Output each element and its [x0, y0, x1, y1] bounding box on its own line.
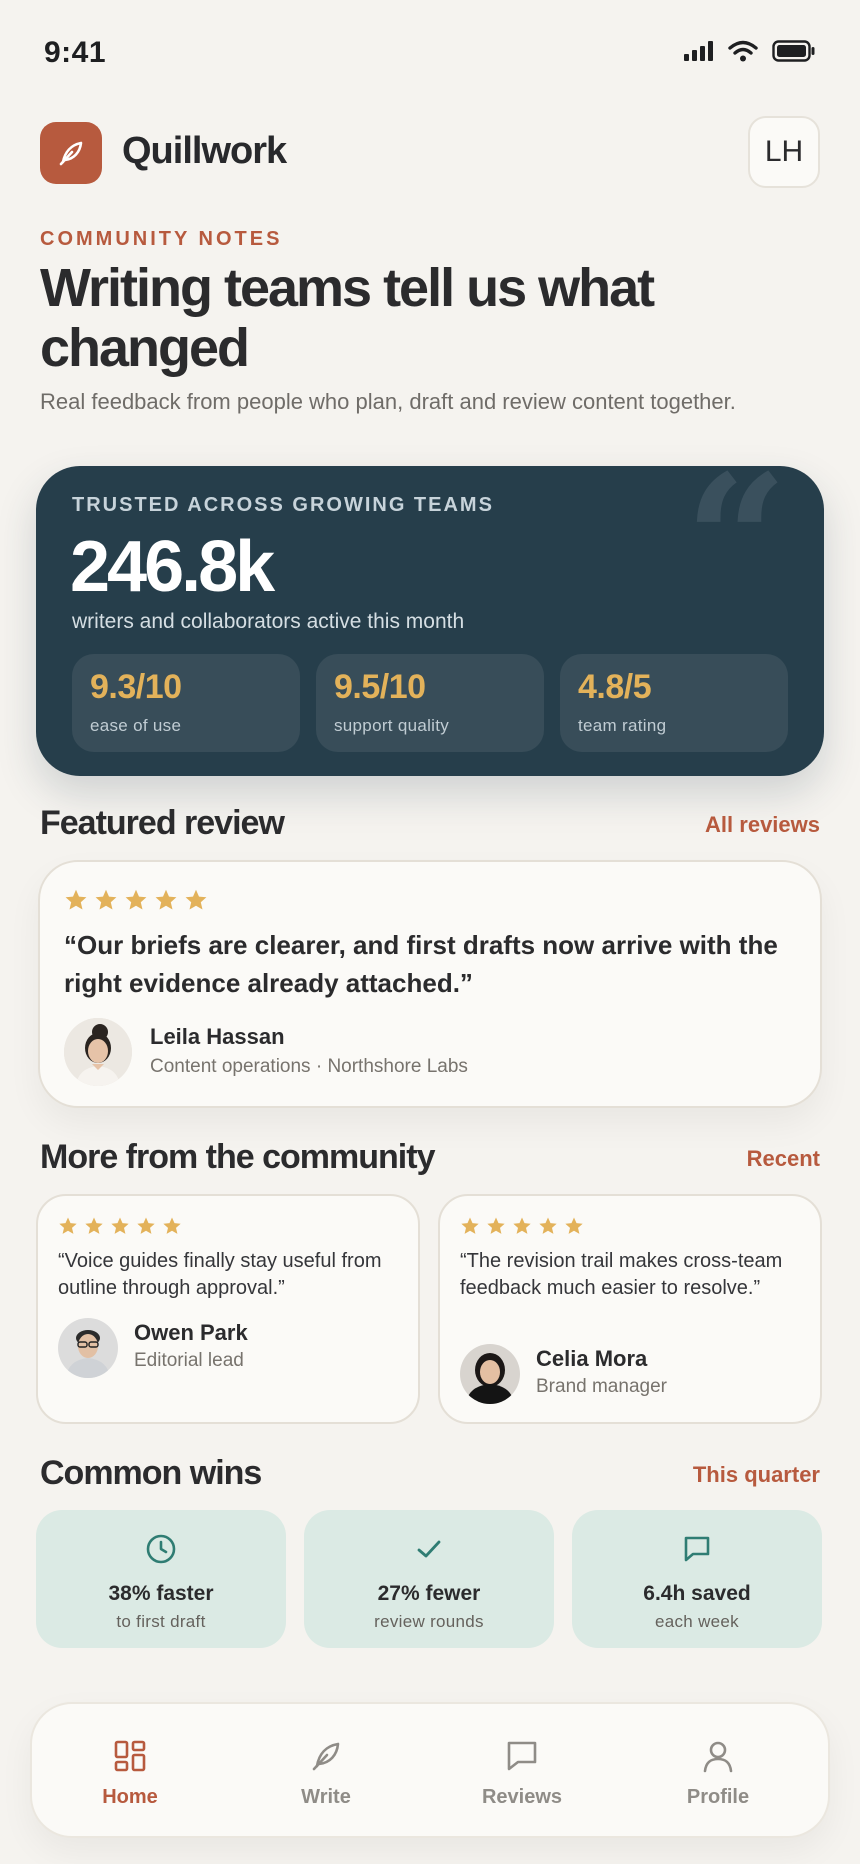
metric-ease-of-use: 9.3/10 ease of use	[72, 654, 300, 752]
win-value: 6.4h saved	[643, 1582, 751, 1605]
status-bar: 9:41	[0, 0, 860, 100]
reviewer-avatar	[64, 1018, 132, 1086]
metric-value: 9.5/10	[334, 668, 426, 706]
stats-caption: writers and collaborators active this mo…	[72, 610, 465, 633]
star-rating	[58, 1216, 182, 1236]
app-logo	[40, 122, 102, 184]
this-quarter-link[interactable]: This quarter	[693, 1462, 820, 1488]
section-title: Featured review	[40, 804, 285, 842]
star-rating	[64, 888, 208, 912]
star-icon	[137, 1217, 155, 1234]
win-card: 6.4h saved each week	[572, 1510, 822, 1648]
metric-label: ease of use	[90, 716, 182, 735]
person-icon	[703, 1741, 733, 1773]
review-quote: “Voice guides finally stay useful from o…	[58, 1250, 382, 1299]
quote-mark-icon: “	[684, 466, 788, 647]
community-header: More from the community Recent	[40, 1138, 820, 1182]
chat-bubble-icon	[684, 1536, 710, 1562]
section-title: More from the community	[40, 1138, 435, 1176]
dashboard-icon	[114, 1740, 146, 1772]
community-review-card[interactable]: “Voice guides finally stay useful from o…	[36, 1194, 420, 1424]
status-time: 9:41	[44, 36, 107, 69]
star-icon	[461, 1217, 479, 1234]
win-card: 38% faster to first draft	[36, 1510, 286, 1648]
battery-icon	[772, 40, 815, 62]
status-icons	[684, 40, 816, 62]
tab-label: Profile	[686, 1786, 750, 1808]
reviewer-role: Content operations · Northshore Labs	[150, 1056, 468, 1077]
metric-value: 9.3/10	[90, 668, 182, 706]
common-wins-header: Common wins This quarter	[40, 1454, 820, 1498]
star-icon	[185, 889, 207, 910]
tab-home[interactable]: Home	[32, 1704, 228, 1836]
section-title: Common wins	[40, 1454, 262, 1492]
star-icon	[125, 889, 147, 910]
tab-profile[interactable]: Profile	[620, 1704, 816, 1836]
profile-avatar-button[interactable]: LH	[748, 116, 820, 188]
star-icon	[155, 889, 177, 910]
tab-label: Reviews	[481, 1786, 563, 1808]
reviewer-name: Celia Mora	[536, 1346, 648, 1371]
cellular-signal-icon	[684, 41, 713, 61]
feather-icon	[312, 1742, 340, 1771]
stats-card: “ TRUSTED ACROSS GROWING TEAMS 246.8k wr…	[36, 466, 824, 776]
tab-write[interactable]: Write	[228, 1704, 424, 1836]
star-icon	[163, 1217, 181, 1234]
win-card: 27% fewer review rounds	[304, 1510, 554, 1648]
stats-eyebrow: TRUSTED ACROSS GROWING TEAMS	[72, 494, 494, 516]
check-icon	[417, 1540, 441, 1558]
star-icon	[85, 1217, 103, 1234]
brand-name: Quillwork	[122, 130, 287, 172]
metric-value: 4.8/5	[578, 668, 652, 706]
win-label: review rounds	[374, 1612, 484, 1631]
star-icon	[513, 1217, 531, 1234]
review-quote: “The revision trail makes cross-team fee…	[460, 1250, 783, 1299]
reviewer-avatar	[58, 1318, 118, 1378]
feather-icon	[59, 141, 83, 166]
reviewer-role: Editorial lead	[134, 1350, 244, 1371]
stats-big-number: 246.8k	[70, 527, 275, 607]
metric-support-quality: 9.5/10 support quality	[316, 654, 544, 752]
all-reviews-link[interactable]: All reviews	[705, 812, 820, 838]
review-quote: “Our briefs are clearer, and first draft…	[64, 930, 778, 998]
wifi-icon	[728, 40, 758, 62]
star-icon	[59, 1217, 77, 1234]
metric-label: team rating	[578, 716, 667, 735]
star-icon	[487, 1217, 505, 1234]
reviewer-name: Owen Park	[134, 1320, 248, 1345]
bottom-tab-bar: Home Write Reviews Profile	[30, 1702, 830, 1838]
star-rating	[460, 1216, 584, 1236]
star-icon	[539, 1217, 557, 1234]
page-subtitle: Real feedback from people who plan, draf…	[40, 389, 736, 414]
tab-label: Home	[102, 1786, 158, 1808]
community-review-card[interactable]: “The revision trail makes cross-team fee…	[438, 1194, 822, 1424]
win-value: 27% fewer	[377, 1582, 481, 1605]
reviewer-name: Leila Hassan	[150, 1024, 285, 1049]
tab-label: Write	[301, 1786, 351, 1808]
section-eyebrow: COMMUNITY NOTES	[40, 228, 283, 250]
app-header: Quillwork LH	[40, 116, 820, 192]
reviewer-role: Brand manager	[536, 1376, 667, 1397]
win-label: each week	[655, 1612, 739, 1631]
win-label: to first draft	[116, 1612, 206, 1631]
metric-label: support quality	[334, 716, 450, 735]
win-value: 38% faster	[108, 1582, 214, 1605]
reviewer-avatar	[460, 1344, 520, 1404]
star-icon	[565, 1217, 583, 1234]
clock-icon	[146, 1534, 176, 1564]
star-icon	[111, 1217, 129, 1234]
featured-review-card[interactable]: “Our briefs are clearer, and first draft…	[38, 860, 822, 1108]
metric-team-rating: 4.8/5 team rating	[560, 654, 788, 752]
star-icon	[65, 889, 87, 910]
page-title: Writing teams tell us what changed	[40, 258, 655, 378]
star-icon	[95, 889, 117, 910]
tab-reviews[interactable]: Reviews	[424, 1704, 620, 1836]
featured-review-header: Featured review All reviews	[40, 804, 820, 848]
chat-bubble-icon	[507, 1741, 537, 1771]
recent-link[interactable]: Recent	[747, 1146, 820, 1172]
